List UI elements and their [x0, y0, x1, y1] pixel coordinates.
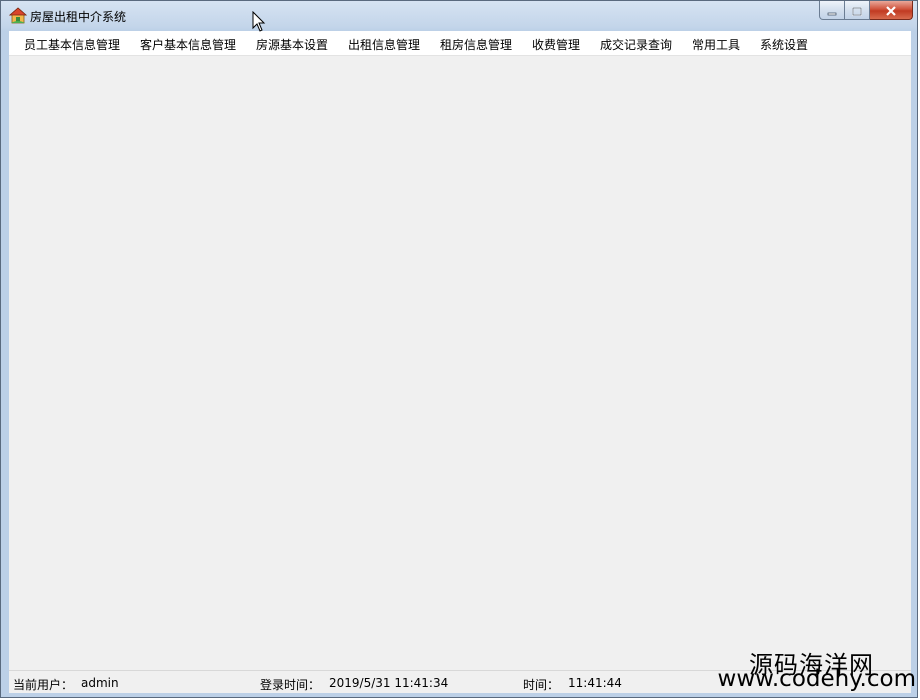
main-window: 房屋出租中介系统 员工基本信息管理 客户基本信息管理 房源基本设置 出租信息管理… — [0, 0, 918, 698]
title-bar[interactable]: 房屋出租中介系统 — [1, 1, 919, 31]
current-user-value: admin — [81, 676, 119, 690]
mouse-cursor-icon — [252, 10, 266, 33]
clock-label: 时间： — [523, 678, 560, 692]
minimize-icon — [827, 1, 837, 20]
window-title: 房屋出租中介系统 — [30, 10, 127, 24]
window-controls — [819, 1, 913, 20]
menu-bar: 员工基本信息管理 客户基本信息管理 房源基本设置 出租信息管理 租房信息管理 收… — [9, 31, 911, 56]
login-time-value: 2019/5/31 11:41:34 — [329, 676, 449, 690]
watermark-url: www.codehy.com — [717, 666, 916, 692]
close-button[interactable] — [870, 1, 913, 20]
menu-common-tools[interactable]: 常用工具 — [692, 36, 740, 53]
close-icon — [885, 1, 897, 20]
mdi-client-area — [9, 56, 911, 670]
clock-value: 11:41:44 — [568, 676, 622, 690]
menu-rental-out-info[interactable]: 出租信息管理 — [348, 36, 420, 53]
maximize-icon — [852, 1, 862, 20]
house-icon — [8, 7, 28, 25]
menu-rent-in-info[interactable]: 租房信息管理 — [440, 36, 512, 53]
menu-fee-management[interactable]: 收费管理 — [532, 36, 580, 53]
menu-system-settings[interactable]: 系统设置 — [760, 36, 808, 53]
maximize-button[interactable] — [845, 1, 870, 20]
menu-employee-info[interactable]: 员工基本信息管理 — [24, 36, 120, 53]
menu-customer-info[interactable]: 客户基本信息管理 — [140, 36, 236, 53]
login-time-label: 登录时间： — [260, 678, 321, 692]
menu-housing-settings[interactable]: 房源基本设置 — [256, 36, 328, 53]
background-ghost — [141, 21, 781, 29]
current-user-label: 当前用户： — [13, 678, 74, 692]
menu-transaction-records[interactable]: 成交记录查询 — [600, 36, 672, 53]
minimize-button[interactable] — [819, 1, 845, 20]
